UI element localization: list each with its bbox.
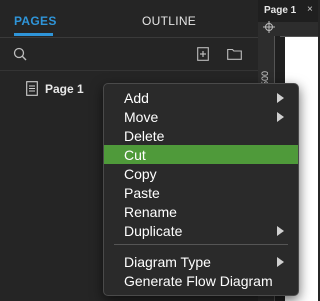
menu-item-add[interactable]: Add xyxy=(104,88,298,107)
folder-icon[interactable] xyxy=(224,44,244,64)
menu-item-paste[interactable]: Paste xyxy=(104,183,298,202)
menu-item-move[interactable]: Move xyxy=(104,107,298,126)
menu-item-label: Move xyxy=(124,109,159,125)
horizontal-ruler xyxy=(280,22,318,37)
menu-item-label: Duplicate xyxy=(124,223,183,239)
submenu-arrow-icon xyxy=(277,226,284,236)
add-page-icon[interactable] xyxy=(193,44,213,64)
menu-item-label: Add xyxy=(124,90,149,106)
submenu-arrow-icon xyxy=(277,93,284,103)
menu-item-label: Rename xyxy=(124,204,177,220)
page-icon xyxy=(26,81,40,97)
search-icon[interactable] xyxy=(10,44,30,64)
menu-item-delete[interactable]: Delete xyxy=(104,126,298,145)
ruler-number: 500 xyxy=(260,70,270,86)
menu-item-duplicate[interactable]: Duplicate xyxy=(104,221,298,240)
canvas-page-tab[interactable]: Page 1 xyxy=(264,5,296,16)
panel-tabs: PAGES OUTLINE xyxy=(0,0,258,38)
menu-item-label: Generate Flow Diagram xyxy=(124,273,273,289)
tab-pages[interactable]: PAGES xyxy=(14,14,57,28)
page-label: Page 1 xyxy=(45,82,84,96)
menu-separator xyxy=(114,244,288,245)
menu-item-cut[interactable]: Cut xyxy=(104,145,298,164)
menu-item-label: Copy xyxy=(124,166,157,182)
close-tab-icon[interactable]: × xyxy=(307,4,313,15)
menu-item-label: Delete xyxy=(124,128,165,144)
submenu-arrow-icon xyxy=(277,112,284,122)
menu-item-label: Diagram Type xyxy=(124,254,211,270)
menu-item-copy[interactable]: Copy xyxy=(104,164,298,183)
menu-item-generate-flow-diagram[interactable]: Generate Flow Diagram xyxy=(104,271,298,290)
tab-outline[interactable]: OUTLINE xyxy=(142,14,196,28)
ruler-corner xyxy=(258,21,280,36)
context-menu: Add Move Delete Cut Copy Paste Rename Du… xyxy=(103,83,299,296)
submenu-arrow-icon xyxy=(277,257,284,267)
pages-toolbar xyxy=(0,38,258,71)
menu-item-label: Paste xyxy=(124,185,160,201)
menu-item-label: Cut xyxy=(124,147,146,163)
menu-item-rename[interactable]: Rename xyxy=(104,202,298,221)
menu-item-diagram-type[interactable]: Diagram Type xyxy=(104,252,298,271)
active-tab-indicator xyxy=(14,33,53,36)
